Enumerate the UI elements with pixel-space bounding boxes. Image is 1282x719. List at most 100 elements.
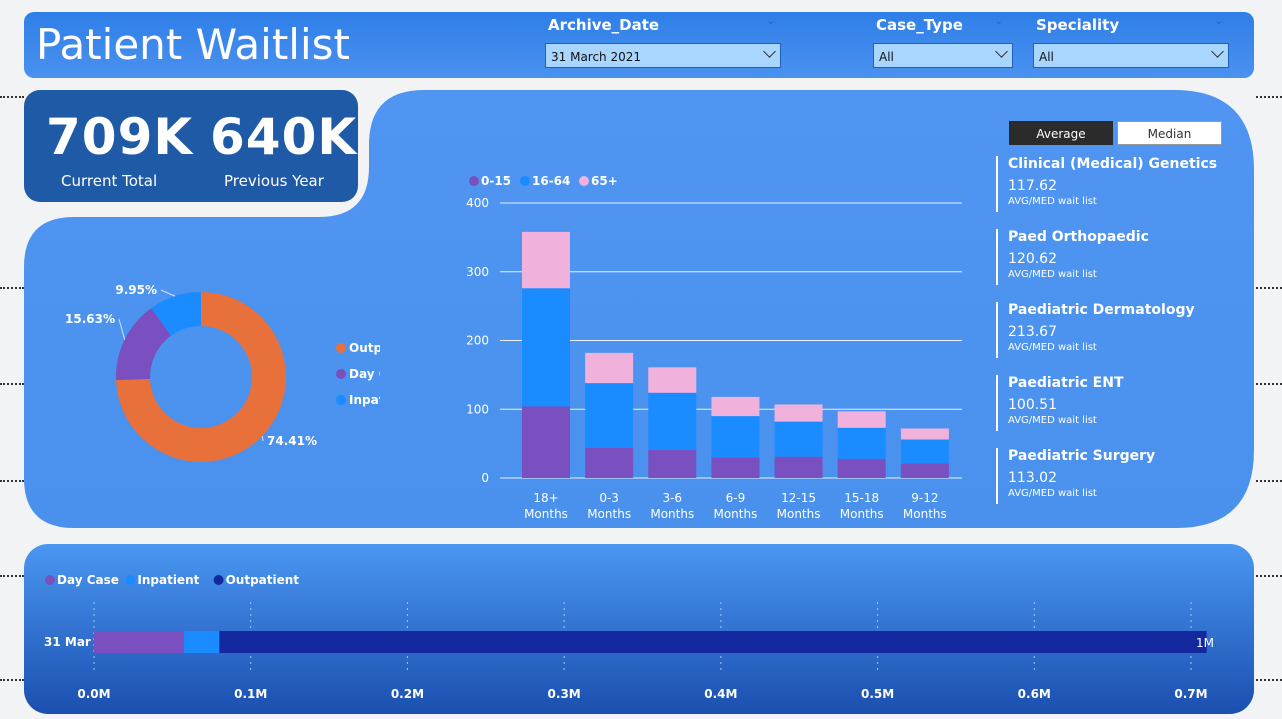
grid-guide [0, 287, 24, 289]
bar-segment [522, 406, 570, 478]
bar-segment [711, 416, 760, 458]
current-total-value: 709K [46, 108, 194, 166]
case-type-donut-chart: 74.41% 15.63% 9.95% Outpatient Day Case Inpat… [65, 283, 380, 462]
x-tick-label: 0.6M [1018, 687, 1051, 701]
x-tick-label: 15-18 [844, 491, 879, 505]
x-tick-label: 0.7M [1174, 687, 1207, 701]
bar-segment [900, 463, 949, 478]
case-type-select[interactable]: All [873, 43, 1013, 68]
legend-label: 65+ [591, 174, 618, 188]
legend-label: Outpatient [226, 573, 300, 587]
speciality-name: Clinical (Medical) Genetics [1008, 156, 1218, 172]
x-tick-label: 0.5M [861, 687, 894, 701]
bar-segment [837, 458, 886, 478]
speciality-card: Clinical (Medical) Genetics 117.62 AVG/M… [996, 156, 1228, 212]
speciality-value: 120.62 [1008, 251, 1057, 267]
grid-guide [0, 679, 24, 681]
y-tick-label: 100 [466, 402, 489, 416]
grid-guide [0, 480, 24, 482]
speciality-card: Paediatric ENT 100.51 AVG/MED wait list [996, 375, 1228, 431]
header-bar: Patient Waitlist Archive_Date ⌄ 31 March… [24, 12, 1254, 78]
donut-data-label: 74.41% [267, 434, 317, 448]
grid-guide [0, 96, 24, 98]
legend-marker [520, 176, 530, 186]
bar-segment [585, 383, 634, 448]
x-tick-label: 18+ [533, 491, 558, 505]
x-tick-label: 3-6 [662, 491, 682, 505]
x-tick-label: 6-9 [726, 491, 746, 505]
x-tick-label: Months [777, 507, 821, 521]
speciality-name: Paed Orthopaedic [1008, 229, 1149, 245]
data-label-leader [160, 289, 176, 297]
grid-guide [0, 383, 24, 385]
speciality-label: Speciality [1036, 16, 1120, 34]
speciality-caption: AVG/MED wait list [1008, 415, 1097, 426]
previous-year-value: 640K [210, 108, 358, 166]
grid-guide [1256, 575, 1282, 577]
speciality-value: 100.51 [1008, 397, 1057, 413]
chevron-down-icon: ⌄ [766, 14, 776, 27]
page-title: Patient Waitlist [36, 20, 350, 69]
donut-data-label: 15.63% [65, 312, 115, 326]
legend-marker [125, 575, 136, 585]
average-toggle-button[interactable]: Average [1009, 121, 1113, 145]
x-tick-label: Months [587, 507, 631, 521]
legend-label: Inpatient [137, 573, 199, 587]
legend-marker [579, 176, 589, 186]
chevron-down-icon: ⌄ [994, 14, 1004, 27]
donut-slice-day-case [116, 308, 172, 381]
archive-date-select[interactable]: 31 March 2021 [545, 43, 781, 68]
previous-year-label: Previous Year [224, 172, 324, 190]
speciality-caption: AVG/MED wait list [1008, 488, 1097, 499]
grid-guide [1256, 383, 1282, 385]
y-tick-label: 300 [466, 265, 489, 279]
grid-guide [1256, 480, 1282, 482]
bar-segment [774, 404, 823, 422]
speciality-name: Paediatric Dermatology [1008, 302, 1195, 318]
bar-segment [900, 428, 949, 440]
legend-marker [336, 343, 346, 353]
bar-segment [648, 392, 697, 450]
x-tick-label: 0.1M [234, 687, 267, 701]
median-toggle-button[interactable]: Median [1117, 121, 1222, 145]
bar-segment [219, 631, 1207, 653]
case-type-value: All [879, 50, 894, 64]
speciality-caption: AVG/MED wait list [1008, 342, 1097, 353]
legend-label: Outpatient [349, 341, 380, 355]
speciality-value: 113.02 [1008, 470, 1057, 486]
chevron-down-icon: ⌄ [1214, 14, 1224, 27]
speciality-caption: AVG/MED wait list [1008, 269, 1097, 280]
legend-label: Day Case [349, 367, 380, 381]
legend-label: Day Case [57, 573, 119, 587]
bar-segment [837, 411, 886, 428]
x-tick-label: 9-12 [911, 491, 938, 505]
bar-segment [522, 231, 570, 289]
archive-date-value: 31 March 2021 [551, 50, 642, 64]
grid-guide [1256, 287, 1282, 289]
y-tick-label: 400 [466, 196, 489, 210]
speciality-select[interactable]: All [1033, 43, 1229, 68]
speciality-caption: AVG/MED wait list [1008, 196, 1097, 207]
age-band-column-chart: 0-15 16-64 65+ 0 100 200 300 400 18+ Months 0-3 Mon… [466, 174, 962, 521]
bar-segment [585, 447, 634, 478]
data-label-leader [261, 435, 264, 442]
x-tick-label: 0.4M [704, 687, 737, 701]
y-tick-label: 200 [466, 334, 489, 348]
legend-label: 0-15 [481, 174, 511, 188]
grid-guide [1256, 96, 1282, 98]
bar-segment [774, 456, 823, 478]
bar-segment [837, 427, 886, 459]
bar-segment [585, 352, 634, 384]
legend-label: Inpatient [349, 393, 380, 407]
bar-segment [184, 631, 220, 653]
legend-marker [336, 369, 346, 379]
speciality-card: Paediatric Dermatology 213.67 AVG/MED wa… [996, 302, 1228, 358]
speciality-card: Paediatric Surgery 113.02 AVG/MED wait l… [996, 448, 1228, 504]
legend-marker [336, 395, 346, 405]
donut-data-label: 9.95% [115, 283, 157, 297]
donut-slice-inpatient [151, 292, 202, 337]
x-tick-label: 12-15 [781, 491, 816, 505]
x-tick-label: Months [840, 507, 884, 521]
data-label-leader [118, 318, 126, 340]
bar-segment [94, 631, 185, 653]
